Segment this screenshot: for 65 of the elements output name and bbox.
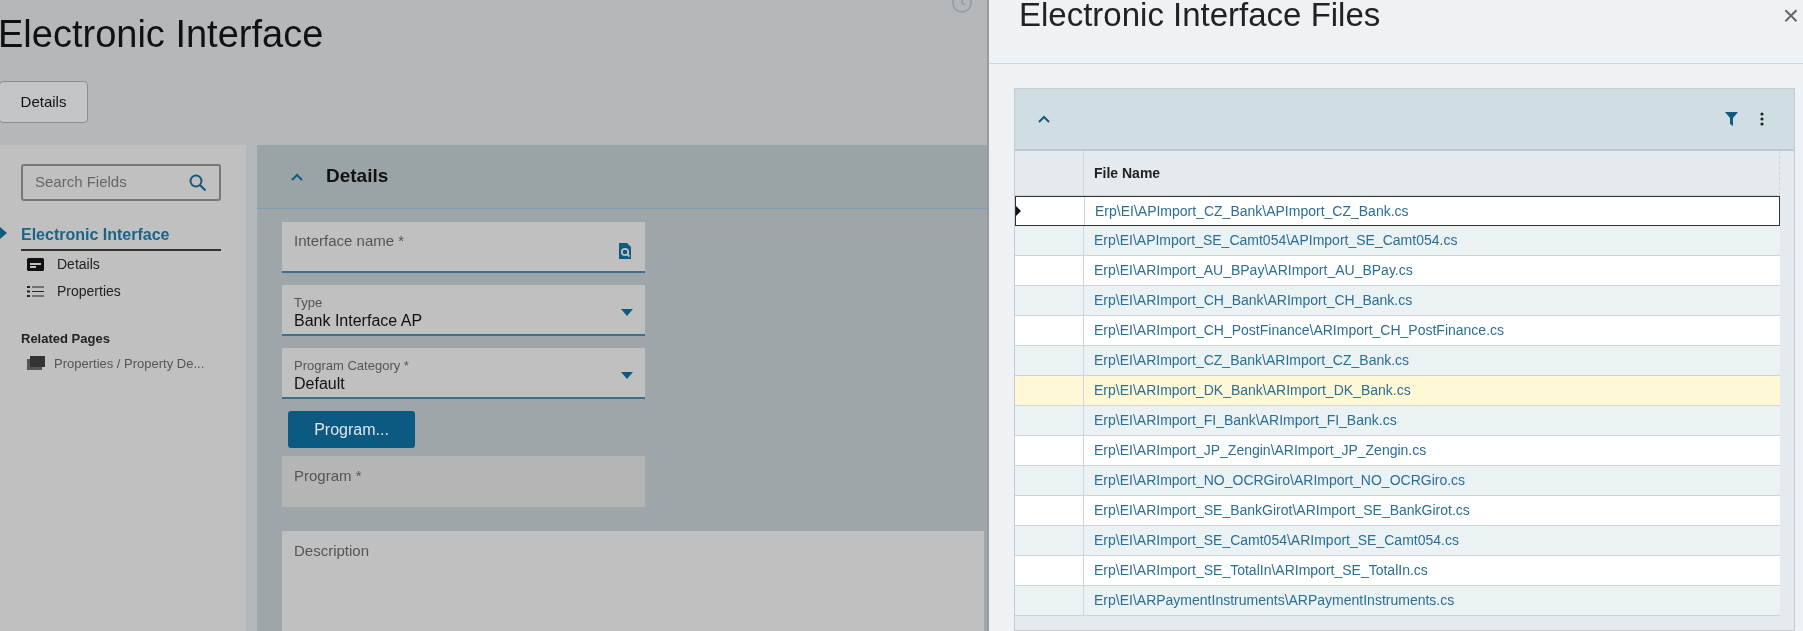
chevron-up-icon[interactable]: [290, 171, 304, 182]
table-cell-text: Erp\EI\ARImport_AU_BPay\ARImport_AU_BPay.cs: [1093, 261, 1414, 280]
page-title: Electronic Interface: [0, 15, 324, 54]
table-row[interactable]: Erp\EI\ARImport_SE_Camt054\ARImport_SE_Camt054.cs: [1015, 526, 1780, 556]
table-cell-text: Erp\EI\ARImport_CH_PostFinance\ARImport_CH_PostFinance.cs: [1093, 321, 1506, 340]
table-cell-text: Erp\EI\ARImport_CZ_Bank\ARImport_CZ_Bank.cs: [1093, 351, 1411, 370]
panel-title: Electronic Interface Files: [1019, 0, 1381, 31]
close-button[interactable]: ×: [1782, 2, 1799, 30]
field-label: Type: [294, 294, 324, 311]
table-cell-text: Erp\EI\APImport_CZ_Bank\APImport_CZ_Bank.cs: [1094, 201, 1410, 221]
related-pages-heading: Related Pages: [21, 330, 111, 348]
field-value: Default: [294, 373, 346, 394]
related-page-link[interactable]: Properties / Property De...: [54, 353, 205, 373]
search-icon[interactable]: [189, 173, 207, 192]
search-field[interactable]: Search Fields: [21, 164, 221, 201]
table-cell-text: Erp\EI\ARImport_SE_Camt054\ARImport_SE_Camt054.cs: [1093, 531, 1460, 550]
table-row[interactable]: Erp\EI\ARPaymentInstruments\ARPaymentInstruments.cs: [1015, 586, 1780, 616]
table-row[interactable]: Erp\EI\ARImport_NO_OCRGiro\ARImport_NO_OCRGiro.cs: [1015, 466, 1780, 496]
section-title: Details: [326, 164, 389, 189]
table-row[interactable]: Erp\EI\ARImport_CH_Bank\ARImport_CH_Bank.cs: [1015, 286, 1780, 316]
table-cell-text: Erp\EI\ARImport_CH_Bank\ARImport_CH_Bank.cs: [1093, 291, 1414, 310]
table-cell-text: Erp\EI\ARImport_SE_BankGirot\ARImport_SE_BankGirot.cs: [1093, 501, 1471, 520]
table-row[interactable]: Erp\EI\ARImport_SE_BankGirot\ARImport_SE_BankGirot.cs: [1015, 496, 1780, 526]
card-icon: [27, 258, 44, 271]
dropdown-field[interactable]: Program Category * Default: [282, 348, 645, 399]
table-row[interactable]: Erp\EI\ARImport_CH_PostFinance\ARImport_CH_PostFinance.cs: [1015, 316, 1780, 346]
table-cell-text: Erp\EI\APImport_SE_Camt054\APImport_SE_Camt054.cs: [1093, 231, 1459, 250]
table-row[interactable]: Erp\EI\ARImport_DK_Bank\ARImport_DK_Bank.cs: [1015, 376, 1780, 406]
table-row[interactable]: Erp\EI\ARImport_CZ_Bank\ARImport_CZ_Bank.cs: [1015, 346, 1780, 376]
nav-item[interactable]: Details: [57, 254, 100, 275]
list-icon: [27, 285, 44, 298]
table-row[interactable]: Erp\EI\ARImport_JP_Zengin\ARImport_JP_Zengin.cs: [1015, 436, 1780, 466]
column-header[interactable]: File Name: [1084, 151, 1780, 195]
table-row[interactable]: Erp\EI\APImport_SE_Camt054\APImport_SE_Camt054.cs: [1015, 226, 1780, 256]
table-cell-text: Erp\EI\ARImport_NO_OCRGiro\ARImport_NO_OCRGiro.cs: [1093, 471, 1467, 490]
table-cell-text: Erp\EI\ARImport_JP_Zengin\ARImport_JP_Zengin.cs: [1093, 441, 1428, 460]
program-button[interactable]: Program...: [288, 411, 415, 448]
details-tab-button[interactable]: Details: [0, 81, 88, 124]
nav-item[interactable]: Properties: [57, 281, 121, 302]
table-cell-text: Erp\EI\ARImport_SE_TotalIn\ARImport_SE_TotalIn.cs: [1093, 561, 1429, 580]
search-input[interactable]: Search Fields: [35, 171, 175, 194]
table-cell-text: Erp\EI\ARPaymentInstruments\ARPaymentInstruments.cs: [1093, 591, 1456, 610]
chevron-up-icon[interactable]: [1037, 114, 1051, 124]
table-row[interactable]: Erp\EI\ARImport_SE_TotalIn\ARImport_SE_TotalIn.cs: [1015, 556, 1780, 586]
table-row[interactable]: Erp\EI\APImport_CZ_Bank\APImport_CZ_Bank.cs: [1015, 196, 1780, 226]
dropdown-arrow-icon[interactable]: [621, 372, 633, 379]
lookup-icon[interactable]: [617, 242, 633, 260]
table-row[interactable]: Erp\EI\ARImport_AU_BPay\ARImport_AU_BPay.cs: [1015, 256, 1780, 286]
nav-section-link[interactable]: Electronic Interface: [21, 223, 221, 251]
field-label: Description: [294, 542, 370, 559]
pages-icon: [27, 356, 45, 371]
field-value: Bank Interface AP: [294, 310, 423, 331]
more-options-icon[interactable]: [1760, 112, 1764, 126]
dropdown-arrow-icon[interactable]: [621, 309, 633, 316]
table-cell-text: Erp\EI\ARImport_FI_Bank\ARImport_FI_Bank.cs: [1093, 411, 1398, 430]
filter-icon[interactable]: [1725, 112, 1738, 126]
description-field[interactable]: Description: [282, 531, 984, 631]
dropdown-field[interactable]: Type Bank Interface AP: [282, 285, 645, 336]
field-label: Program *: [294, 467, 362, 484]
field-label: Interface name *: [294, 231, 405, 251]
table-cell-text: Erp\EI\ARImport_DK_Bank\ARImport_DK_Bank.cs: [1093, 381, 1412, 400]
field-label: Program Category *: [294, 357, 409, 374]
interface-name-field[interactable]: Interface name *: [282, 222, 645, 273]
table-row[interactable]: Erp\EI\ARImport_FI_Bank\ARImport_FI_Bank.cs: [1015, 406, 1780, 436]
current-row-marker-icon: [1016, 206, 1021, 216]
